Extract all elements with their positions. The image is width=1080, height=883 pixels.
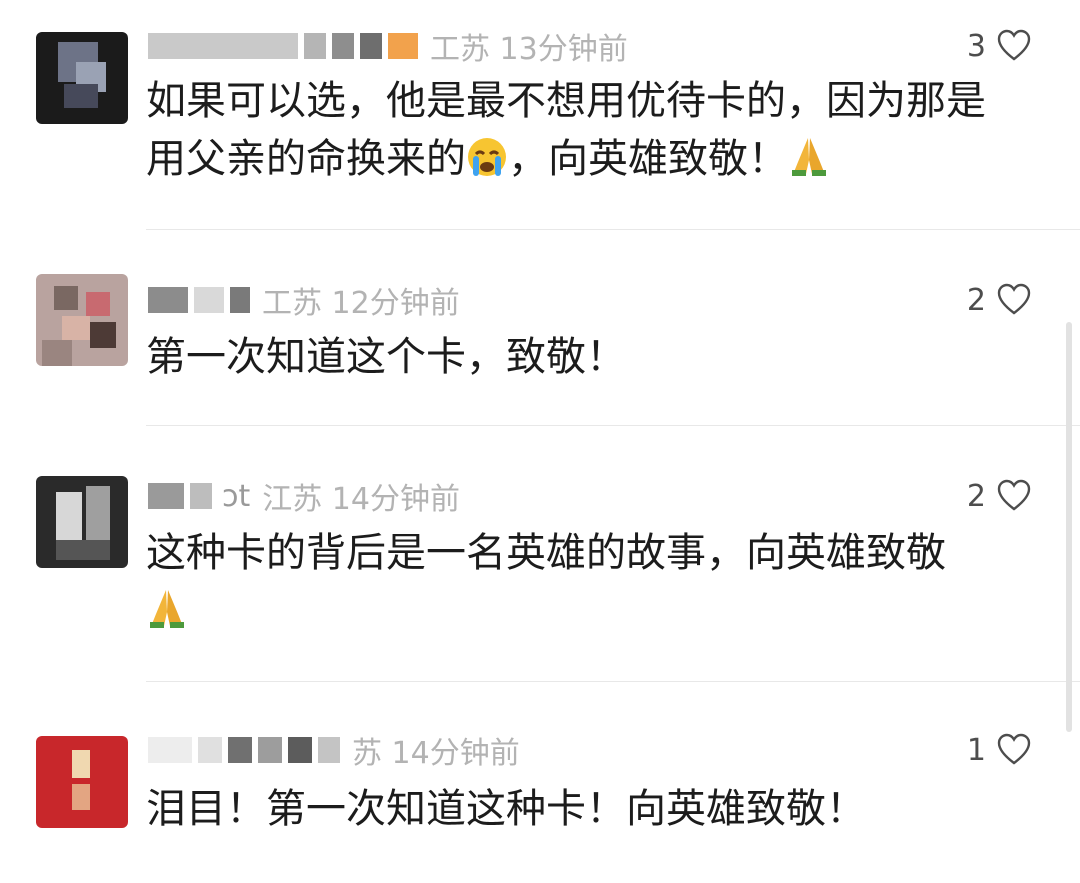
heart-outline-icon[interactable] (996, 28, 1032, 64)
like-count: 2 (966, 282, 986, 318)
avatar[interactable] (36, 736, 128, 828)
avatar[interactable] (36, 32, 128, 124)
comment-item[interactable]: 工苏 12分钟前 第一次知道这个卡，致敬！ 2 (0, 230, 1080, 426)
avatar[interactable] (36, 274, 128, 366)
like-count: 1 (966, 732, 986, 768)
username-blurred[interactable] (148, 287, 250, 313)
comment-text: 泪目！第一次知道这种卡！向英雄致敬！ (146, 786, 866, 832)
like-count: 3 (966, 28, 986, 64)
like-button[interactable]: 1 (967, 730, 1032, 770)
comment-meta: ɔt 江苏 14分钟前 (148, 476, 460, 517)
crying-face-emoji (466, 132, 508, 178)
username-blurred[interactable]: ɔt (148, 479, 250, 514)
username-visible-part: ɔt (222, 478, 251, 514)
username-blurred[interactable] (148, 737, 340, 763)
comment-meta: 苏 14分钟前 (148, 730, 520, 771)
like-button[interactable]: 2 (967, 476, 1032, 516)
scrollbar[interactable] (1066, 322, 1072, 732)
folded-hands-emoji (146, 584, 188, 630)
username-blurred[interactable] (148, 33, 418, 59)
comment-text: 如果可以选，他是最不想用优待卡的，因为那是用父亲的命换来的 ，向英雄致敬！ (146, 78, 986, 182)
comment-text: 这种卡的背后是一名英雄的故事，向英雄致敬 (146, 524, 1016, 640)
like-button[interactable]: 3 (967, 26, 1032, 66)
like-count: 2 (966, 478, 986, 514)
comment-text: 第一次知道这个卡，致敬！ (146, 334, 626, 380)
like-button[interactable]: 2 (967, 280, 1032, 320)
comment-item[interactable]: 苏 14分钟前 泪目！第一次知道这种卡！向英雄致敬！ 1 (0, 682, 1080, 883)
heart-outline-icon[interactable] (996, 282, 1032, 318)
heart-outline-icon[interactable] (996, 732, 1032, 768)
avatar[interactable] (36, 476, 128, 568)
location-time: 苏 14分钟前 (352, 736, 520, 771)
heart-outline-icon[interactable] (996, 478, 1032, 514)
location-time: 工苏 13分钟前 (430, 32, 628, 67)
location-time: 江苏 14分钟前 (262, 482, 460, 517)
location-time: 工苏 12分钟前 (262, 286, 460, 321)
comment-meta: 工苏 12分钟前 (148, 280, 460, 321)
comment-meta: 工苏 13分钟前 (148, 26, 628, 67)
comment-item[interactable]: 工苏 13分钟前 如果可以选，他是最不想用优待卡的，因为那是用父亲的命换来的 ，向… (0, 0, 1080, 230)
folded-hands-emoji (788, 132, 830, 178)
comment-item[interactable]: ɔt 江苏 14分钟前 这种卡的背后是一名英雄的故事，向英雄致敬 2 (0, 426, 1080, 682)
